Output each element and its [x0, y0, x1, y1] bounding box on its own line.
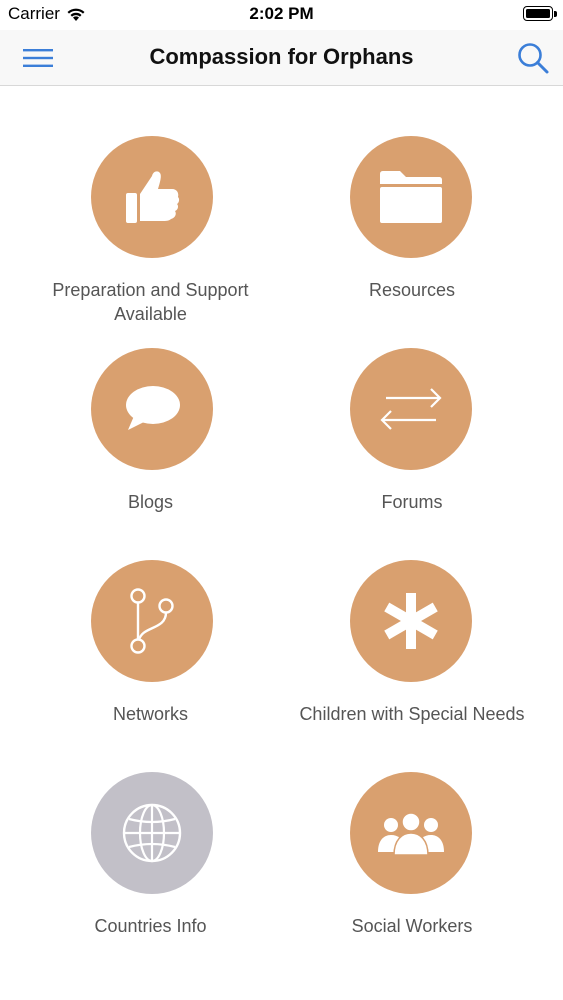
tile-label: Social Workers [351, 916, 473, 936]
tile-children-with-special-needs[interactable]: Children with Special Needs [281, 510, 563, 724]
tile-circle [91, 772, 213, 894]
tile-preparation-and-support[interactable]: Preparation and Support Available [0, 86, 281, 324]
tile-circle [91, 348, 213, 470]
tile-circle [91, 136, 213, 258]
menu-grid: Preparation and Support Available Resour… [0, 86, 563, 936]
tile-countries-info[interactable]: Countries Info [0, 722, 281, 936]
tile-resources[interactable]: Resources [281, 86, 563, 300]
search-icon [518, 43, 549, 74]
branch-icon [130, 588, 174, 654]
search-button[interactable] [513, 40, 553, 76]
tile-networks[interactable]: Networks [0, 510, 281, 724]
battery-icon [523, 6, 557, 21]
globe-icon [122, 803, 182, 863]
tile-circle [350, 772, 472, 894]
tile-circle [350, 560, 472, 682]
status-bar: Carrier 2:02 PM [0, 0, 563, 30]
app-screen: Carrier 2:02 PM Compassion for Orphans P… [0, 0, 563, 1000]
speech-bubble-icon [126, 386, 180, 430]
exchange-arrows-icon [380, 388, 442, 430]
tile-circle [91, 560, 213, 682]
folder-icon [380, 171, 442, 223]
tile-circle [350, 348, 472, 470]
users-group-icon [378, 812, 444, 856]
tile-forums[interactable]: Forums [281, 298, 563, 512]
thumbs-up-icon [126, 171, 180, 223]
asterisk-icon [384, 593, 438, 649]
page-title: Compassion for Orphans [149, 44, 414, 69]
battery-fill [526, 9, 550, 18]
battery-tip [554, 11, 557, 17]
status-time: 2:02 PM [249, 4, 314, 23]
tile-label: Countries Info [94, 916, 207, 936]
tile-social-workers[interactable]: Social Workers [281, 722, 563, 936]
tile-circle [350, 136, 472, 258]
tile-blogs[interactable]: Blogs [0, 298, 281, 512]
navigation-bar: Compassion for Orphans [0, 30, 563, 86]
